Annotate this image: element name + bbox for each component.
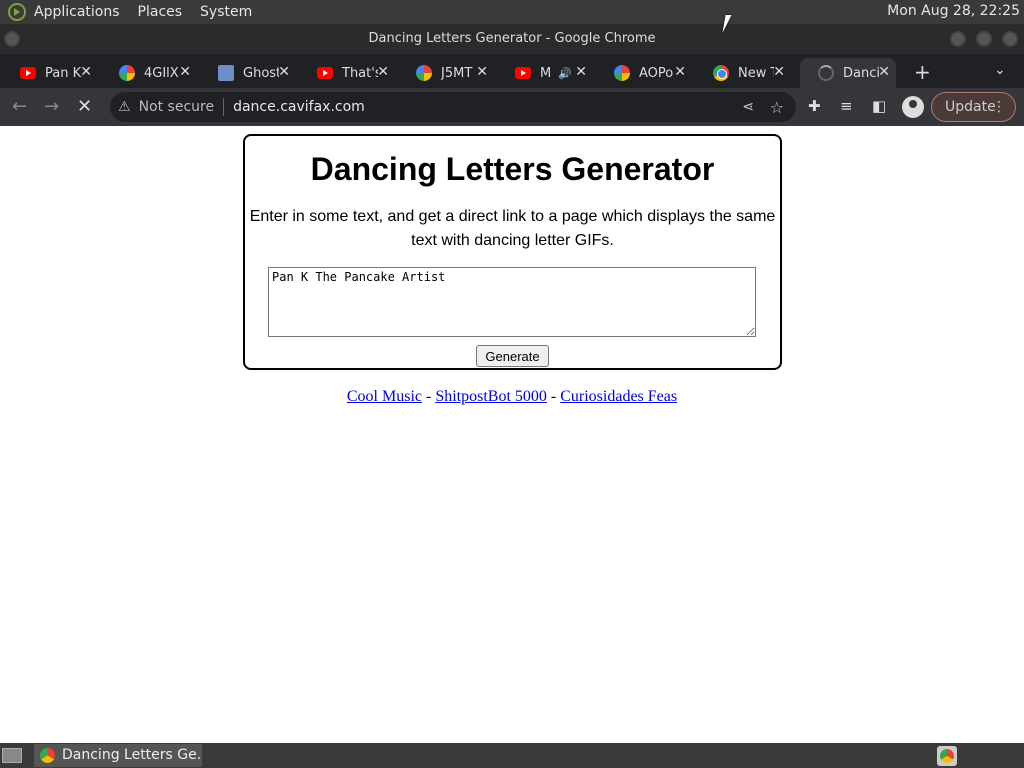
tab[interactable]: Pan K ✕	[2, 58, 98, 88]
tab-label: J5MT	[441, 65, 473, 81]
share-icon[interactable]: ⋖	[742, 99, 754, 115]
extensions-puzzle-icon[interactable]: ✚	[808, 97, 821, 115]
security-label[interactable]: Not secure	[139, 99, 215, 115]
close-tab-icon[interactable]: ✕	[179, 64, 191, 80]
text-input[interactable]: Pan K The Pancake Artist	[268, 267, 756, 337]
window-title: Dancing Letters Generator - Google Chrom…	[368, 31, 656, 46]
media-queue-icon[interactable]: ≡	[840, 97, 853, 115]
pinwheel-icon	[119, 65, 135, 81]
forward-icon[interactable]: →	[44, 96, 59, 117]
new-tab-icon[interactable]: +	[914, 60, 931, 84]
tab-label: Dancin	[843, 65, 879, 81]
link-curiosidades[interactable]: Curiosidades Feas	[560, 388, 677, 405]
generate-button[interactable]: Generate	[476, 345, 549, 367]
update-button[interactable]: Update ⋮	[931, 92, 1016, 122]
pinwheel-icon	[416, 65, 432, 81]
system-menu[interactable]: System	[200, 4, 252, 20]
link-separator: -	[550, 388, 557, 405]
tab[interactable]: AOPo ✕	[596, 58, 692, 88]
taskbar-window-button[interactable]: Dancing Letters Ge...	[34, 744, 202, 767]
address-bar[interactable]: ⚠ Not secure dance.cavifax.com ⋖ ☆	[110, 92, 796, 122]
description: Enter in some text, and get a direct lin…	[249, 208, 776, 249]
tab-label: Ghost	[243, 65, 279, 81]
youtube-icon	[20, 67, 36, 79]
tab-label: New T	[738, 65, 774, 81]
top-panel: Applications Places System Mon Aug 28, 2…	[0, 0, 1024, 24]
show-desktop-icon[interactable]	[2, 748, 22, 763]
image-icon	[218, 65, 234, 81]
chrome-icon	[40, 748, 55, 763]
tab-label: M	[540, 65, 552, 81]
applications-menu[interactable]: Applications	[34, 4, 120, 20]
maximize-icon[interactable]	[976, 31, 992, 47]
url-text[interactable]: dance.cavifax.com	[233, 99, 365, 115]
tab-label: 4GIlX	[144, 65, 179, 81]
back-icon[interactable]: ←	[12, 96, 27, 117]
link-shitpostbot[interactable]: ShitpostBot 5000	[435, 388, 547, 405]
loading-icon	[818, 65, 834, 81]
divider	[223, 98, 225, 116]
tab[interactable]: New T ✕	[695, 58, 791, 88]
tab[interactable]: J5MT ✕	[398, 58, 494, 88]
page-title: Dancing Letters Generator	[310, 151, 715, 187]
distro-logo-icon[interactable]	[8, 3, 26, 21]
tab[interactable]: Ghost ✕	[200, 58, 296, 88]
warning-icon[interactable]: ⚠	[118, 99, 131, 115]
tab[interactable]: 4GIlX ✕	[101, 58, 197, 88]
side-panel-icon[interactable]: ◧	[872, 97, 886, 115]
tab-label: That's	[342, 65, 378, 81]
update-label: Update	[945, 99, 996, 115]
tab-strip: Pan K ✕ 4GIlX ✕ Ghost ✕ That's ✕ J5MT ✕ …	[0, 54, 1024, 88]
tab[interactable]: M 🔊 ✕	[497, 58, 593, 88]
window-menu-icon[interactable]	[4, 31, 20, 47]
close-tab-icon[interactable]: ✕	[575, 64, 587, 80]
youtube-icon	[515, 67, 531, 79]
tab-label: AOPo	[639, 65, 674, 81]
youtube-icon	[317, 67, 333, 79]
taskbar: Dancing Letters Ge...	[0, 743, 1024, 768]
close-tab-icon[interactable]: ✕	[773, 64, 785, 80]
clock[interactable]: Mon Aug 28, 22:25	[887, 3, 1020, 19]
minimize-icon[interactable]	[950, 31, 966, 47]
more-vert-icon[interactable]: ⋮	[992, 93, 1006, 121]
close-tab-icon[interactable]: ✕	[377, 64, 389, 80]
places-menu[interactable]: Places	[138, 4, 183, 20]
window-titlebar[interactable]: Dancing Letters Generator - Google Chrom…	[0, 24, 1024, 54]
close-tab-icon[interactable]: ✕	[674, 64, 686, 80]
link-separator: -	[426, 388, 432, 405]
browser-toolbar: ← → ✕ ⚠ Not secure dance.cavifax.com ⋖ ☆…	[0, 88, 1024, 126]
footer-links: Cool Music - ShitpostBot 5000 - Curiosid…	[0, 388, 1024, 406]
close-tab-icon[interactable]: ✕	[476, 64, 488, 80]
tray-chrome-icon[interactable]	[937, 746, 957, 766]
bookmark-star-icon[interactable]: ☆	[770, 98, 784, 117]
tab-label: Pan K	[45, 65, 81, 81]
tab-active[interactable]: Dancin ✕	[800, 58, 896, 88]
page-content: Dancing Letters Generator Enter in some …	[0, 126, 1024, 743]
profile-avatar-icon[interactable]	[902, 96, 924, 118]
chrome-icon	[713, 65, 729, 81]
task-label: Dancing Letters Ge...	[62, 747, 202, 763]
close-window-icon[interactable]	[1002, 31, 1018, 47]
close-tab-icon[interactable]: ✕	[878, 64, 890, 80]
generator-card: Dancing Letters Generator Enter in some …	[243, 134, 782, 370]
close-tab-icon[interactable]: ✕	[278, 64, 290, 80]
link-cool-music[interactable]: Cool Music	[347, 388, 422, 405]
stop-loading-icon[interactable]: ✕	[77, 96, 92, 117]
close-tab-icon[interactable]: ✕	[80, 64, 92, 80]
tab[interactable]: That's ✕	[299, 58, 395, 88]
audio-playing-icon[interactable]: 🔊	[558, 67, 572, 80]
pinwheel-icon	[614, 65, 630, 81]
tab-search-chevron-icon[interactable]: ⌄	[994, 62, 1006, 78]
